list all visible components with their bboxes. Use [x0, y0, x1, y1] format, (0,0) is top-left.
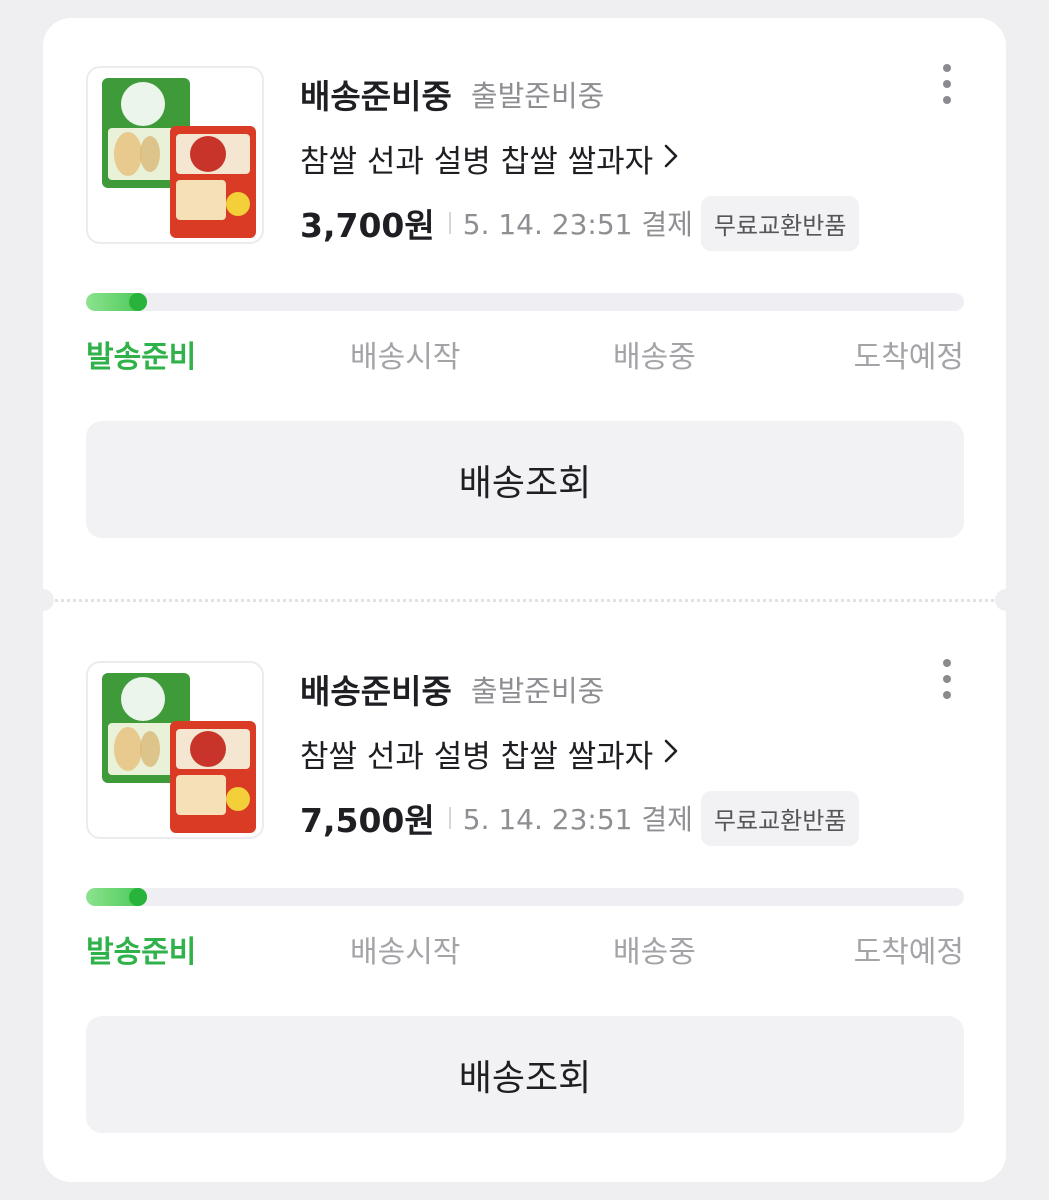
order-divider	[43, 599, 1006, 602]
product-name: 참쌀 선과 설병 찹쌀 쌀과자	[300, 739, 654, 775]
chevron-right-icon	[663, 736, 679, 772]
step-expected-arrival: 도착예정	[853, 935, 964, 970]
order-item: 배송준비중 출발준비중 참쌀 선과 설병 찹쌀 쌀과자 3,700원 5. 14…	[43, 18, 1006, 578]
order-status: 배송준비중	[300, 672, 452, 711]
delivery-steps: 발송준비 배송시작 배송중 도착예정	[86, 927, 964, 971]
product-name: 참쌀 선과 설병 찹쌀 쌀과자	[300, 144, 654, 180]
divider-notch-right	[995, 589, 1017, 611]
step-expected-arrival: 도착예정	[853, 340, 964, 375]
step-shipping-started: 배송시작	[350, 340, 461, 375]
order-sub-status: 출발준비중	[470, 79, 605, 113]
free-return-badge: 무료교환반품	[700, 195, 860, 251]
product-name-link[interactable]: 참쌀 선과 설병 찹쌀 쌀과자	[300, 136, 679, 181]
order-list-card: 배송준비중 출발준비중 참쌀 선과 설병 찹쌀 쌀과자 3,700원 5. 14…	[32, 18, 1017, 1182]
order-price: 7,500원	[300, 801, 435, 840]
order-sub-status: 출발준비중	[470, 674, 605, 708]
rice-snack-package-image	[102, 78, 256, 238]
step-in-transit: 배송중	[613, 340, 696, 375]
order-status-row: 배송준비중 출발준비중	[300, 70, 604, 116]
delivery-progress-fill	[86, 293, 148, 311]
price-row: 3,700원 5. 14. 23:51 결제 무료교환반품	[300, 195, 860, 251]
step-shipping-started: 배송시작	[350, 935, 461, 970]
rice-snack-package-image	[102, 673, 256, 833]
step-ready-to-ship: 발송준비	[86, 340, 197, 375]
delivery-progress-bar	[86, 293, 964, 311]
product-thumbnail[interactable]	[86, 661, 264, 839]
track-delivery-button[interactable]: 배송조회	[86, 421, 964, 538]
step-ready-to-ship: 발송준비	[86, 935, 197, 970]
delivery-steps: 발송준비 배송시작 배송중 도착예정	[86, 332, 964, 376]
free-return-badge: 무료교환반품	[700, 790, 860, 846]
track-delivery-button[interactable]: 배송조회	[86, 1016, 964, 1133]
price-row: 7,500원 5. 14. 23:51 결제 무료교환반품	[300, 790, 860, 846]
order-status: 배송준비중	[300, 77, 452, 116]
divider	[448, 212, 451, 234]
delivery-progress-bar	[86, 888, 964, 906]
order-price: 3,700원	[300, 206, 435, 245]
product-name-link[interactable]: 참쌀 선과 설병 찹쌀 쌀과자	[300, 731, 679, 776]
more-vertical-icon[interactable]	[929, 64, 965, 104]
divider	[448, 807, 451, 829]
payment-info: 5. 14. 23:51 결제	[462, 803, 693, 836]
divider-notch-left	[32, 589, 54, 611]
payment-info: 5. 14. 23:51 결제	[462, 208, 693, 241]
step-in-transit: 배송중	[613, 935, 696, 970]
order-item: 배송준비중 출발준비중 참쌀 선과 설병 찹쌀 쌀과자 7,500원 5. 14…	[43, 613, 1006, 1173]
chevron-right-icon	[663, 141, 679, 177]
product-thumbnail[interactable]	[86, 66, 264, 244]
order-status-row: 배송준비중 출발준비중	[300, 665, 604, 711]
more-vertical-icon[interactable]	[929, 659, 965, 699]
delivery-progress-fill	[86, 888, 148, 906]
